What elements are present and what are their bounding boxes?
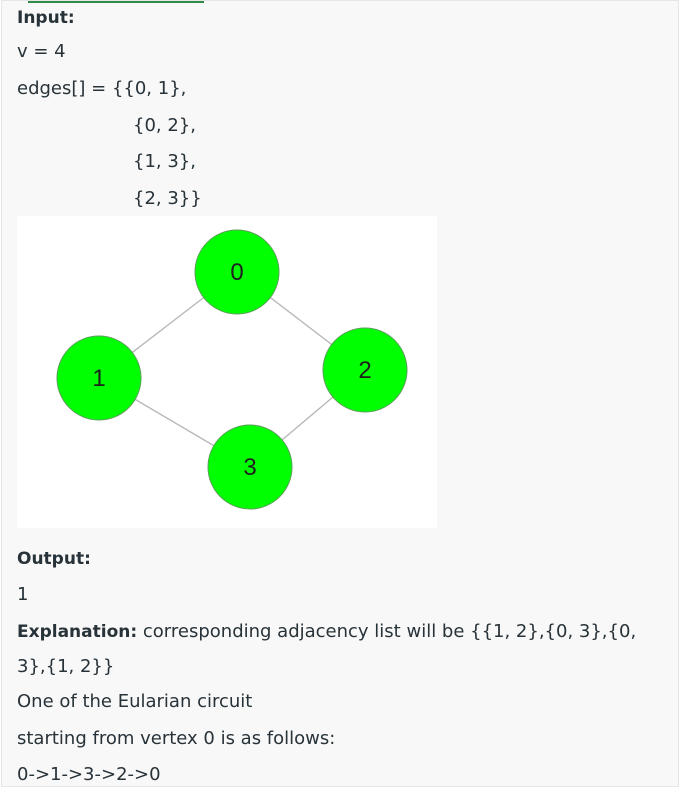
graph-node-label-3: 3 — [243, 454, 256, 481]
top-accent-bar — [28, 1, 204, 3]
input-edges-line-3: {1, 3}, — [133, 151, 196, 172]
output-value: 1 — [17, 584, 29, 605]
input-edges-line-1: edges[] = {{0, 1}, — [17, 78, 187, 99]
input-edges-line-4: {2, 3}} — [133, 188, 202, 209]
graph-node-3: 3 — [207, 424, 293, 510]
graph-node-label-2: 2 — [358, 357, 371, 384]
explanation-line-3: One of the Eularian circuit — [17, 691, 253, 712]
graph-node-label-1: 1 — [92, 365, 105, 392]
input-v-line: v = 4 — [17, 41, 66, 62]
input-label: Input: — [17, 8, 75, 28]
explanation-line-4: starting from vertex 0 is as follows: — [17, 728, 336, 749]
input-edges-line-2: {0, 2}, — [133, 115, 196, 136]
graph-node-2: 2 — [322, 327, 408, 413]
graph-node-label-0: 0 — [230, 259, 243, 286]
explanation-line-1: Explanation: corresponding adjacency lis… — [17, 620, 667, 644]
example-card: Input: v = 4 edges[] = {{0, 1}, {0, 2}, … — [1, 0, 679, 787]
graph-node-1: 1 — [56, 335, 142, 421]
explanation-line-2: 3},{1, 2}} — [17, 656, 115, 677]
graph-node-0: 0 — [194, 229, 280, 315]
explanation-line-5: 0->1->3->2->0 — [17, 764, 161, 785]
explanation-text-part1: corresponding adjacency list will be {{1… — [142, 621, 637, 642]
explanation-label: Explanation: — [17, 622, 138, 642]
graph-diagram: 0 1 2 3 — [17, 216, 437, 528]
graph-svg: 0 1 2 3 — [56, 229, 408, 510]
output-label: Output: — [17, 549, 91, 569]
